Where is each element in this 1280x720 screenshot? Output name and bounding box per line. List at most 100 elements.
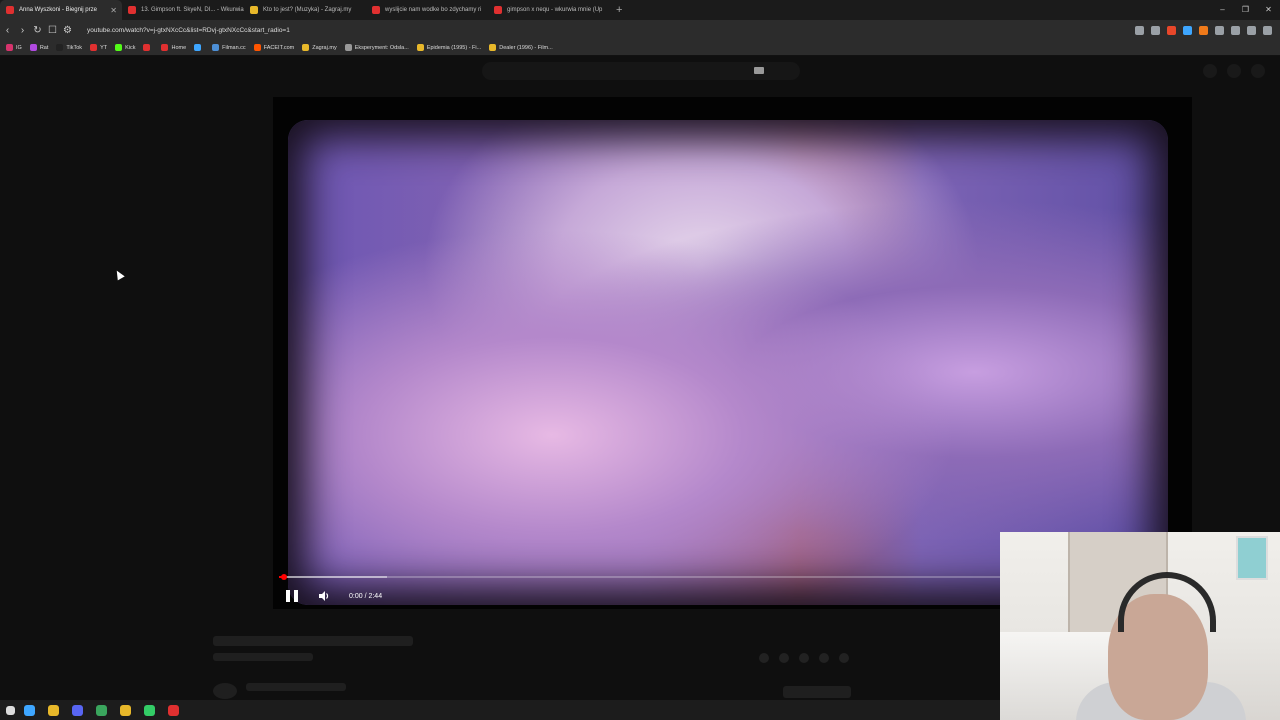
bookmark-item[interactable]: Dealer (1996) - Film... bbox=[489, 44, 553, 51]
extension-icon[interactable] bbox=[1247, 25, 1256, 35]
tab-favicon-icon bbox=[372, 6, 380, 14]
taskbar-app-icon[interactable] bbox=[96, 704, 107, 716]
time-display: 0:00 / 2:44 bbox=[349, 592, 383, 600]
bookmark-favicon-icon bbox=[194, 44, 202, 51]
notifications-icon[interactable] bbox=[1227, 64, 1241, 78]
taskbar-app-icon[interactable] bbox=[48, 704, 59, 716]
extension-icon[interactable] bbox=[1199, 25, 1208, 35]
bookmark-favicon-icon bbox=[489, 44, 497, 51]
taskbar-app-icon[interactable] bbox=[72, 704, 83, 716]
browser-tab[interactable]: wyslijcie nam wodke bo zdychamy ri bbox=[366, 0, 488, 20]
bookmark-item[interactable]: Zagraj.my bbox=[302, 44, 337, 51]
bookmark-item[interactable]: Kick bbox=[115, 44, 135, 51]
browser-tab[interactable]: 13. Gimpson ft. SkyeN, DI... - Wkurwia bbox=[122, 0, 244, 20]
scrubber-handle[interactable] bbox=[280, 574, 287, 580]
poster-shape bbox=[1236, 536, 1268, 580]
bookmark-favicon-icon bbox=[56, 44, 64, 51]
bookmark-label: Eksperyment: Odsla... bbox=[354, 44, 409, 51]
bookmark-label: Epidemia (1995) - Fi... bbox=[426, 44, 482, 51]
browser-tab[interactable]: Anna Wyszkoni - Biegnij prze ✕ bbox=[0, 0, 122, 20]
forward-button[interactable]: › bbox=[15, 25, 30, 36]
extension-icons bbox=[1135, 25, 1272, 35]
site-info-icon[interactable]: ⚙ bbox=[60, 25, 75, 36]
extension-icon[interactable] bbox=[1151, 25, 1160, 35]
bookmark-label: Home bbox=[171, 44, 187, 51]
bookmark-item[interactable]: Home bbox=[161, 44, 186, 51]
bookmark-label: Zagraj.my bbox=[312, 44, 337, 51]
action-skeleton bbox=[779, 653, 789, 663]
search-input[interactable] bbox=[482, 62, 800, 80]
maximize-button[interactable]: ❐ bbox=[1234, 0, 1257, 20]
bookmark-item[interactable]: Epidemia (1995) - Fi... bbox=[416, 44, 482, 51]
bookmark-favicon-icon bbox=[90, 44, 98, 51]
taskbar-app-icon[interactable] bbox=[168, 704, 179, 716]
tab-label: Anna Wyszkoni - Biegnij prze bbox=[19, 7, 97, 13]
bookmark-item[interactable]: YT bbox=[90, 44, 107, 51]
back-button[interactable]: ‹ bbox=[0, 25, 15, 36]
bookmark-item[interactable]: Eksperyment: Odsla... bbox=[344, 44, 409, 51]
bookmark-label: Filman.cc bbox=[222, 44, 246, 51]
extension-icon[interactable] bbox=[1215, 25, 1224, 35]
bookmark-item[interactable] bbox=[194, 44, 204, 51]
bookmark-label: Kick bbox=[125, 44, 136, 51]
bookmark-label: YT bbox=[100, 44, 108, 51]
tab-label: 13. Gimpson ft. SkyeN, DI... - Wkurwia bbox=[141, 7, 244, 13]
tab-label: Kto to jest? (Muzyka) - Zagraj.my bbox=[263, 7, 352, 13]
address-bar: ‹ › ↻ ☐ ⚙ youtube.com/watch?v=j-gtxNXcCc… bbox=[0, 20, 1280, 40]
tab-favicon-icon bbox=[128, 6, 136, 14]
taskbar-app-icon[interactable] bbox=[144, 704, 155, 716]
channel-avatar-skeleton bbox=[213, 683, 237, 699]
bookmark-item[interactable] bbox=[143, 44, 153, 51]
minimize-button[interactable]: – bbox=[1211, 0, 1234, 20]
webcam-overlay bbox=[1000, 532, 1280, 720]
extension-icon[interactable] bbox=[1135, 25, 1144, 35]
tab-label: wyslijcie nam wodke bo zdychamy ri bbox=[385, 7, 482, 13]
extension-icon[interactable] bbox=[1183, 25, 1192, 35]
bookmark-favicon-icon bbox=[344, 44, 352, 51]
extension-icon[interactable] bbox=[1167, 25, 1176, 35]
bookmark-item[interactable]: IG bbox=[6, 44, 22, 51]
bookmark-favicon-icon bbox=[115, 44, 123, 51]
create-icon[interactable] bbox=[1203, 64, 1217, 78]
action-skeleton bbox=[759, 653, 769, 663]
window-controls: – ❐ ✕ bbox=[1211, 0, 1280, 20]
reload-button[interactable]: ↻ bbox=[30, 25, 45, 36]
subtitle-skeleton bbox=[213, 653, 313, 661]
bookmark-item[interactable]: Rat bbox=[29, 44, 49, 51]
bookmark-label: Rat bbox=[39, 44, 49, 51]
mouse-cursor bbox=[113, 268, 125, 281]
bookmark-icon[interactable]: ☐ bbox=[45, 25, 60, 36]
bookmark-item[interactable]: FACEIT.com bbox=[253, 44, 295, 51]
url-field[interactable]: youtube.com/watch?v=j-gtxNXcCc&list=RDvj… bbox=[87, 27, 1135, 34]
extension-icon[interactable] bbox=[1231, 25, 1240, 35]
pause-button[interactable] bbox=[286, 588, 298, 604]
taskbar-app-icon[interactable] bbox=[120, 704, 131, 716]
tab-favicon-icon bbox=[6, 6, 14, 14]
browser-tab[interactable]: gimpson x nequ - wkurwia mnie (Up bbox=[488, 0, 610, 20]
tab-label: gimpson x nequ - wkurwia mnie (Up bbox=[507, 7, 603, 13]
keyboard-icon[interactable] bbox=[754, 67, 764, 74]
bookmark-item[interactable]: TikTok bbox=[56, 44, 82, 51]
subscribe-skeleton bbox=[783, 686, 851, 698]
new-tab-button[interactable]: + bbox=[616, 4, 622, 16]
channel-name-skeleton bbox=[246, 683, 346, 691]
taskbar-app-icon[interactable] bbox=[24, 704, 35, 716]
bookmark-label: Dealer (1996) - Film... bbox=[499, 44, 553, 51]
browser-tab[interactable]: Kto to jest? (Muzyka) - Zagraj.my bbox=[244, 0, 366, 20]
bookmark-favicon-icon bbox=[161, 44, 169, 51]
action-skeleton bbox=[799, 653, 809, 663]
start-icon[interactable] bbox=[6, 705, 15, 715]
bookmark-favicon-icon bbox=[253, 44, 261, 51]
volume-icon[interactable] bbox=[318, 588, 330, 604]
bookmark-favicon-icon bbox=[29, 44, 37, 51]
bookmark-item[interactable]: Filman.cc bbox=[212, 44, 246, 51]
close-window-button[interactable]: ✕ bbox=[1257, 0, 1280, 20]
bookmark-favicon-icon bbox=[302, 44, 310, 51]
extension-icon[interactable] bbox=[1263, 25, 1272, 35]
avatar[interactable] bbox=[1251, 64, 1265, 78]
taskbar bbox=[0, 700, 1000, 720]
bookmark-label: FACEIT.com bbox=[263, 44, 295, 51]
tab-strip: Anna Wyszkoni - Biegnij prze ✕ 13. Gimpson… bbox=[0, 0, 1280, 20]
close-tab-icon[interactable]: ✕ bbox=[110, 6, 117, 15]
action-skeleton bbox=[839, 653, 849, 663]
